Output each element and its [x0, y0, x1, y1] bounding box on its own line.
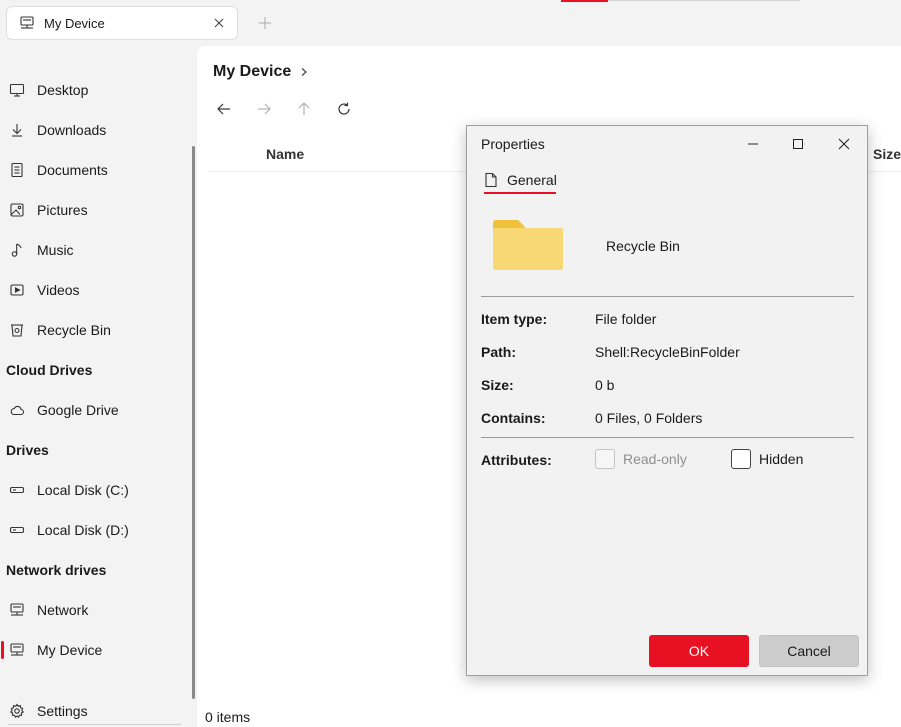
- read-only-checkbox-box[interactable]: [595, 449, 615, 469]
- close-icon[interactable]: [834, 134, 854, 154]
- sidebar-item-google-drive[interactable]: Google Drive: [0, 392, 190, 428]
- picture-icon: [9, 202, 25, 218]
- document-icon: [484, 172, 498, 191]
- hidden-checkbox-box[interactable]: [731, 449, 751, 469]
- attributes-label: Attributes:: [481, 452, 552, 468]
- dialog-title: Properties: [481, 136, 545, 152]
- sidebar-scrollbar[interactable]: [192, 146, 195, 699]
- close-tab-icon[interactable]: [211, 15, 227, 31]
- sidebar-item-label: Network: [37, 602, 89, 618]
- accent-indicator: [561, 0, 608, 2]
- settings-label: Settings: [37, 703, 88, 719]
- tab-title: My Device: [44, 15, 105, 31]
- chevron-right-icon[interactable]: [299, 64, 309, 80]
- sidebar-item-videos[interactable]: Videos: [0, 272, 190, 308]
- breadcrumb: My Device: [213, 63, 309, 81]
- status-bar-item-count: 0 items: [205, 709, 251, 725]
- sidebar-item-label: Google Drive: [37, 402, 119, 418]
- sidebar-item-network[interactable]: Network: [0, 592, 190, 628]
- properties-dialog: Properties General Recycle Bin Item type…: [466, 125, 868, 676]
- column-header-size[interactable]: Size: [873, 146, 901, 162]
- read-only-label: Read-only: [623, 451, 687, 467]
- network-icon: [9, 602, 25, 618]
- hidden-checkbox[interactable]: Hidden: [731, 449, 803, 469]
- sidebar-item-my-device[interactable]: My Device: [0, 632, 190, 668]
- sidebar-item-label: Local Disk (D:): [37, 522, 129, 538]
- column-header-name[interactable]: Name: [266, 146, 304, 162]
- size-value: 0 b: [595, 377, 615, 393]
- item-name: Recycle Bin: [606, 238, 680, 254]
- navigation-toolbar: [215, 100, 353, 118]
- sidebar-item-desktop[interactable]: Desktop: [0, 72, 190, 108]
- sidebar-item-label: Recycle Bin: [37, 322, 111, 338]
- sidebar-item-label: Downloads: [37, 122, 107, 138]
- forward-arrow-icon[interactable]: [255, 100, 273, 118]
- title-bar: My Device: [0, 0, 901, 46]
- sidebar-item-music[interactable]: Music: [0, 232, 190, 268]
- tab-general[interactable]: General: [484, 170, 557, 196]
- new-tab-button[interactable]: [256, 14, 274, 32]
- download-icon: [9, 122, 25, 138]
- titlebar-divider: [608, 0, 800, 1]
- sidebar: Desktop Downloads Documents Pictures Mus…: [0, 46, 197, 727]
- sidebar-item-label: My Device: [37, 642, 103, 658]
- hidden-label: Hidden: [759, 451, 804, 467]
- sidebar-item-label: Local Disk (C:): [37, 482, 129, 498]
- size-label: Size:: [481, 377, 514, 393]
- separator: [481, 296, 854, 297]
- document-icon: [9, 162, 25, 178]
- cancel-button[interactable]: Cancel: [759, 635, 859, 667]
- desktop-icon: [9, 82, 25, 98]
- sidebar-item-pictures[interactable]: Pictures: [0, 192, 190, 228]
- tab-general-label: General: [507, 172, 557, 188]
- sidebar-item-label: Music: [37, 242, 74, 258]
- tab-my-device[interactable]: My Device: [6, 6, 238, 40]
- minimize-icon[interactable]: [743, 134, 763, 154]
- sidebar-item-local-disk-d[interactable]: Local Disk (D:): [0, 512, 190, 548]
- tab-underline: [484, 192, 556, 194]
- section-heading-drives[interactable]: Drives: [6, 442, 49, 458]
- contains-value: 0 Files, 0 Folders: [595, 410, 703, 426]
- section-heading-cloud-drives[interactable]: Cloud Drives: [6, 362, 92, 378]
- drive-icon: [9, 482, 25, 498]
- section-heading-network-drives[interactable]: Network drives: [6, 562, 106, 578]
- network-pc-icon: [9, 642, 25, 658]
- cloud-icon: [9, 402, 25, 418]
- path-value: Shell:RecycleBinFolder: [595, 344, 740, 360]
- back-arrow-icon[interactable]: [215, 100, 233, 118]
- sidebar-item-local-disk-c[interactable]: Local Disk (C:): [0, 472, 190, 508]
- video-icon: [9, 282, 25, 298]
- settings-button[interactable]: Settings: [0, 693, 190, 727]
- gear-icon: [9, 703, 25, 719]
- separator: [481, 437, 854, 438]
- sidebar-item-downloads[interactable]: Downloads: [0, 112, 190, 148]
- up-arrow-icon[interactable]: [295, 100, 313, 118]
- music-icon: [9, 242, 25, 258]
- folder-icon: [493, 220, 563, 270]
- ok-button[interactable]: OK: [649, 635, 749, 667]
- item-type-value: File folder: [595, 311, 657, 327]
- selection-indicator: [1, 641, 4, 659]
- path-label: Path:: [481, 344, 516, 360]
- drive-icon: [9, 522, 25, 538]
- sidebar-item-label: Videos: [37, 282, 80, 298]
- sidebar-item-label: Desktop: [37, 82, 89, 98]
- network-pc-icon: [19, 15, 35, 31]
- refresh-icon[interactable]: [335, 100, 353, 118]
- breadcrumb-my-device[interactable]: My Device: [213, 63, 291, 81]
- sidebar-item-documents[interactable]: Documents: [0, 152, 190, 188]
- recycle-bin-icon: [9, 322, 25, 338]
- sidebar-item-label: Pictures: [37, 202, 88, 218]
- item-type-label: Item type:: [481, 311, 548, 327]
- maximize-icon[interactable]: [788, 134, 808, 154]
- sidebar-item-recycle-bin[interactable]: Recycle Bin: [0, 312, 190, 348]
- contains-label: Contains:: [481, 410, 546, 426]
- sidebar-item-label: Documents: [37, 162, 108, 178]
- read-only-checkbox[interactable]: Read-only: [595, 449, 687, 469]
